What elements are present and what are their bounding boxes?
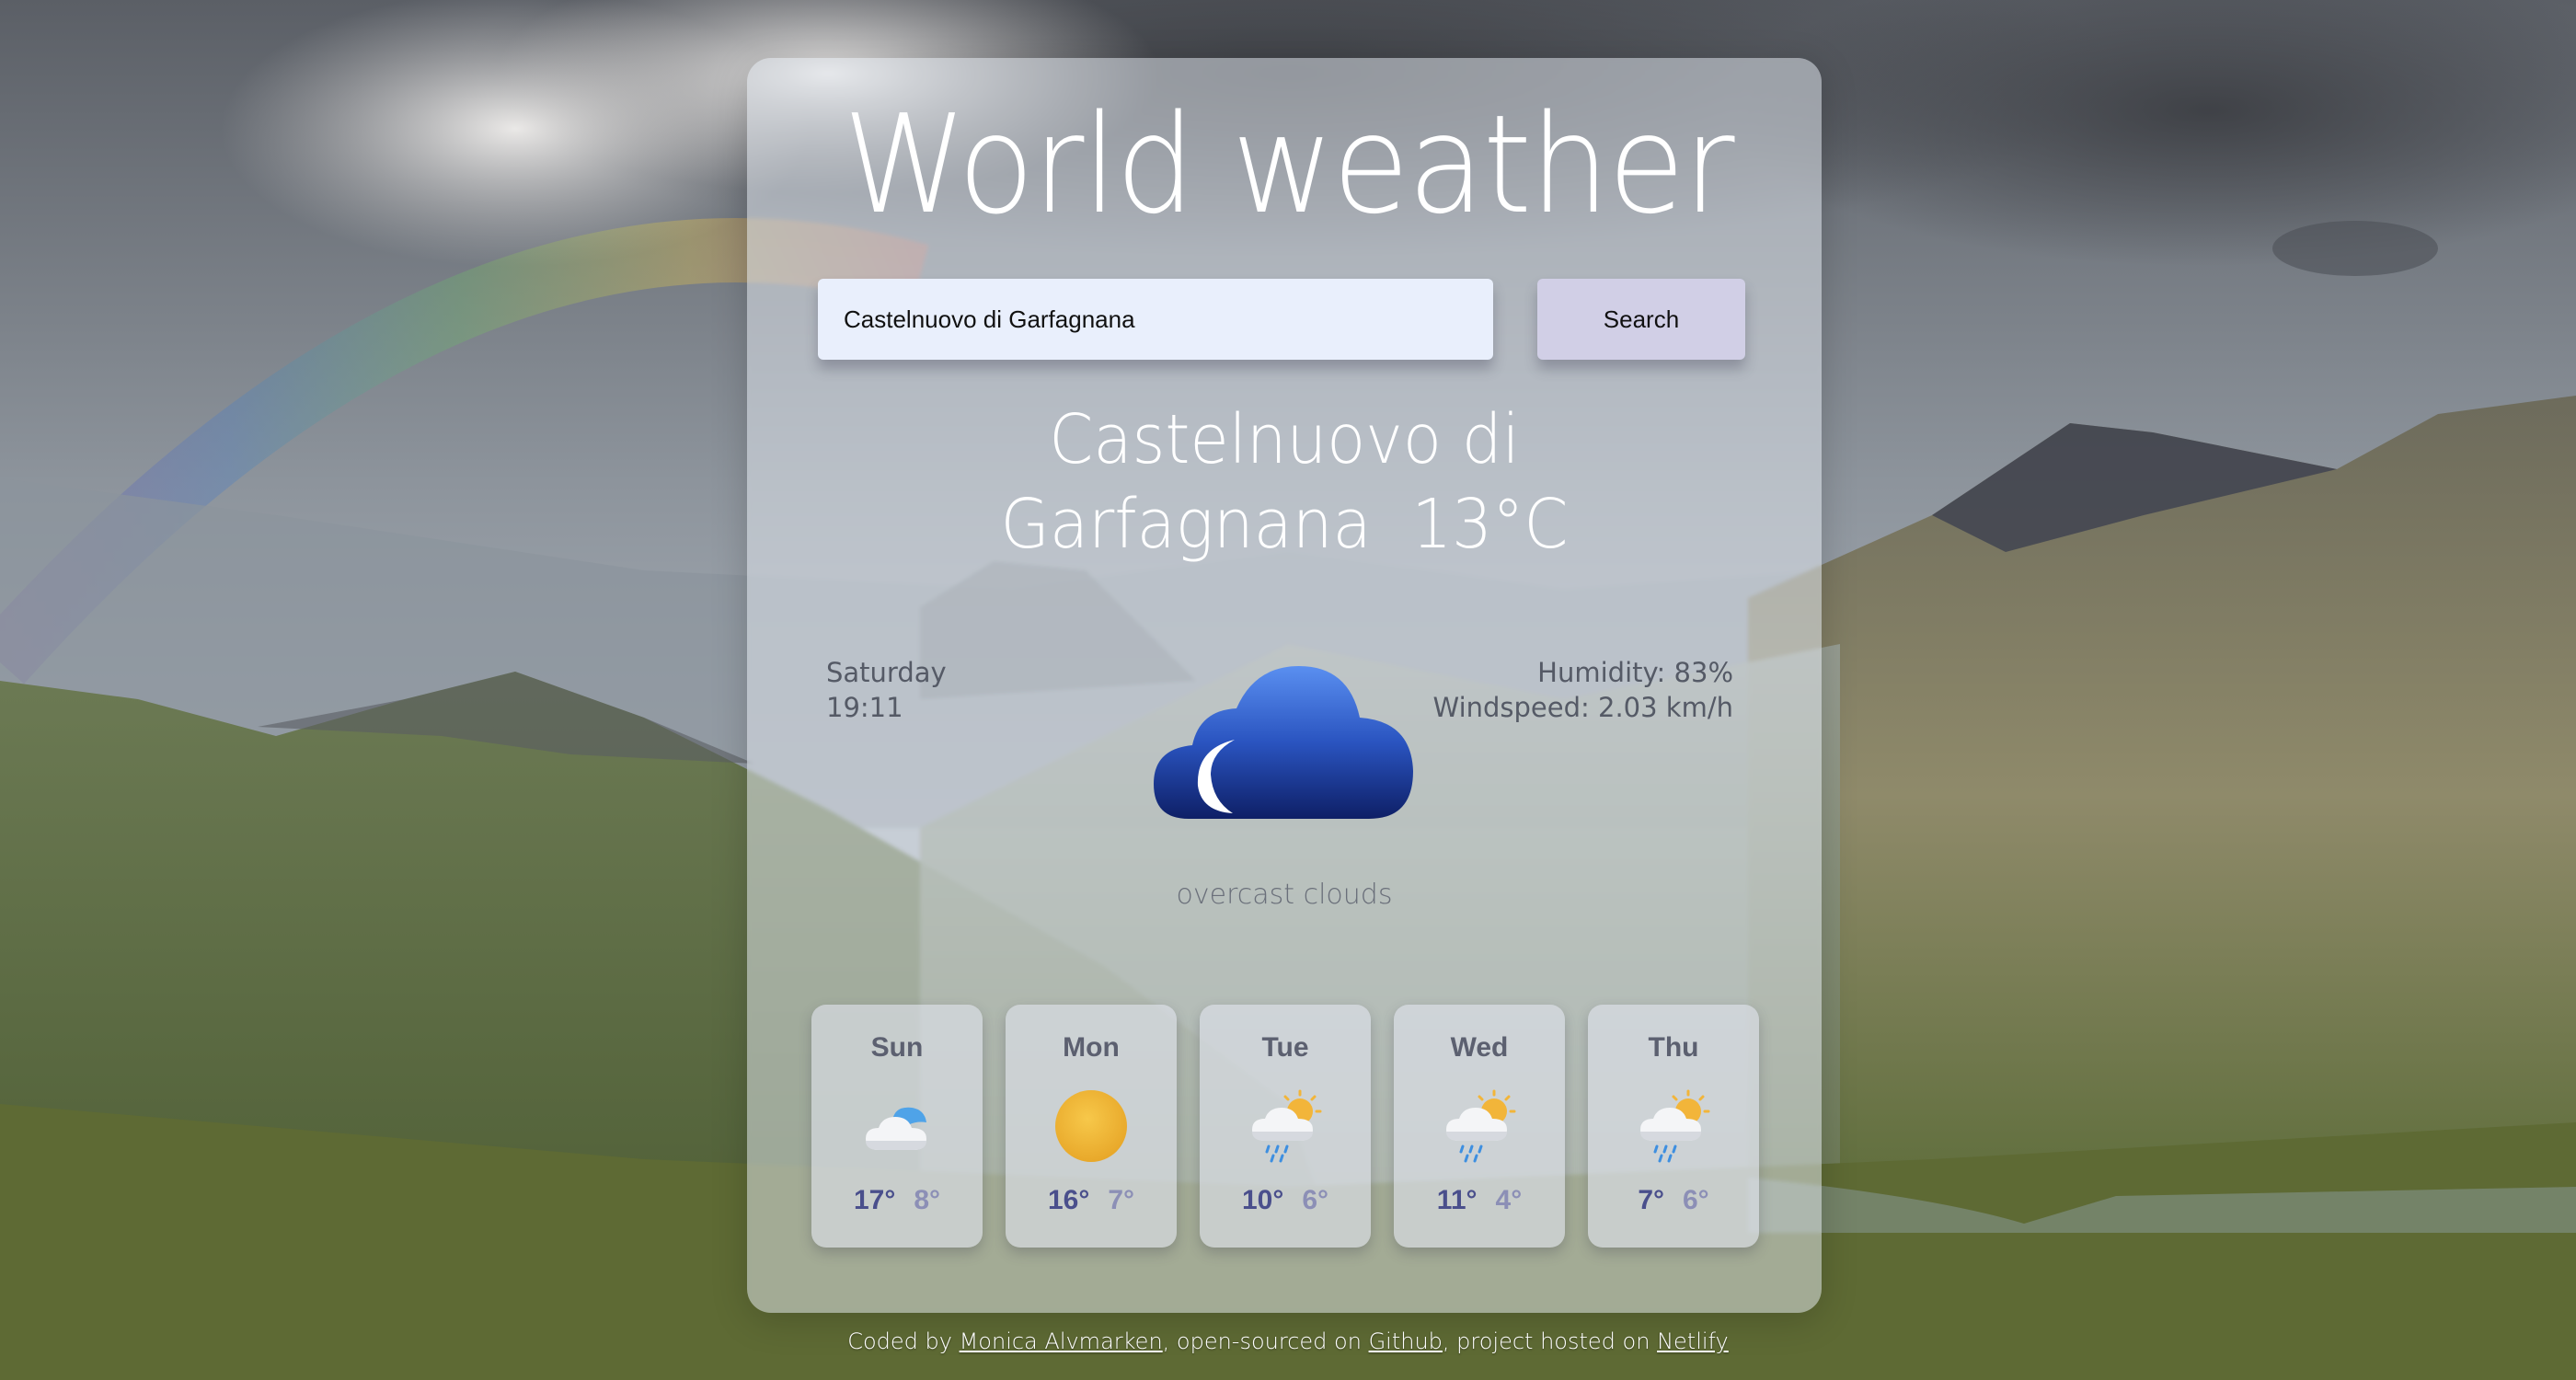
sun-rain-icon: [1637, 1089, 1710, 1163]
forecast-max-temp: 10°: [1241, 1185, 1284, 1215]
windspeed-text: Windspeed: 2.03 km/h: [1432, 692, 1733, 723]
github-link[interactable]: Github: [1369, 1328, 1443, 1354]
footer-middle: , open-sourced on: [1162, 1328, 1369, 1354]
forecast-max-temp: 17°: [853, 1185, 896, 1215]
weather-description: overcast clouds: [1176, 879, 1393, 911]
forecast-day-name: Mon: [1063, 1032, 1120, 1063]
forecast-day-name: Tue: [1261, 1032, 1309, 1063]
forecast-min-temp: 8°: [914, 1185, 941, 1215]
footer-suffix: , project hosted on: [1442, 1328, 1658, 1354]
forecast-temps: 10° 6°: [1200, 1185, 1371, 1216]
forecast-temps: 7° 6°: [1588, 1185, 1759, 1216]
current-city-heading: Castelnuovo di Garfagnana 13°C: [946, 397, 1624, 567]
city-name-line1: Castelnuovo di: [1049, 400, 1520, 479]
footer-credits: Coded by Monica Alvmarken, open-sourced …: [0, 1328, 2576, 1354]
sun-icon: [1054, 1089, 1128, 1163]
current-day: Saturday: [826, 657, 947, 688]
forecast-day-card: Thu 7° 6°: [1588, 1005, 1759, 1248]
forecast-temps: 16° 7°: [1006, 1185, 1177, 1216]
forecast-max-temp: 7°: [1638, 1185, 1664, 1215]
search-button[interactable]: Search: [1537, 279, 1745, 360]
forecast-temps: 17° 8°: [811, 1185, 983, 1216]
date-time-block: Saturday 19:11: [826, 655, 947, 725]
city-name-line2-with-temp: Garfagnana 13°C: [946, 482, 1624, 567]
forecast-day-name: Wed: [1450, 1032, 1509, 1063]
forecast-min-temp: 7°: [1108, 1185, 1135, 1215]
footer-prefix: Coded by: [847, 1328, 960, 1354]
conditions-block: Humidity: 83% Windspeed: 2.03 km/h: [1433, 655, 1733, 725]
temp-gap: [1372, 485, 1412, 564]
forecast-day-name: Sun: [870, 1032, 924, 1063]
forecast-row: Sun 17° 8° Mon 16° 7° Tue 10° 6° Wed 11°…: [811, 1005, 1759, 1249]
forecast-day-name: Thu: [1648, 1032, 1699, 1063]
forecast-temps: 11° 4°: [1394, 1185, 1565, 1216]
city-search-input[interactable]: [818, 279, 1493, 360]
netlify-link[interactable]: Netlify: [1657, 1328, 1729, 1354]
author-link[interactable]: Monica Alvmarken: [960, 1328, 1163, 1354]
forecast-min-temp: 4°: [1495, 1185, 1523, 1215]
current-temperature: 13°C: [1411, 485, 1569, 564]
forecast-max-temp: 11°: [1436, 1185, 1478, 1215]
forecast-min-temp: 6°: [1302, 1185, 1329, 1215]
forecast-day-card: Mon 16° 7°: [1006, 1005, 1177, 1248]
app-title: World weather: [843, 86, 1734, 244]
current-time: 19:11: [826, 692, 903, 723]
city-name-line2: Garfagnana: [1000, 485, 1372, 564]
forecast-min-temp: 6°: [1683, 1185, 1709, 1215]
sun-rain-icon: [1248, 1089, 1322, 1163]
sun-rain-icon: [1443, 1089, 1516, 1163]
forecast-day-card: Tue 10° 6°: [1200, 1005, 1371, 1248]
forecast-day-card: Wed 11° 4°: [1394, 1005, 1565, 1248]
night-cloud-icon: [1152, 664, 1417, 821]
humidity-text: Humidity: 83%: [1537, 657, 1733, 688]
forecast-max-temp: 16°: [1047, 1185, 1090, 1215]
forecast-day-card: Sun 17° 8°: [811, 1005, 983, 1248]
partly-cloudy-icon: [860, 1089, 934, 1163]
